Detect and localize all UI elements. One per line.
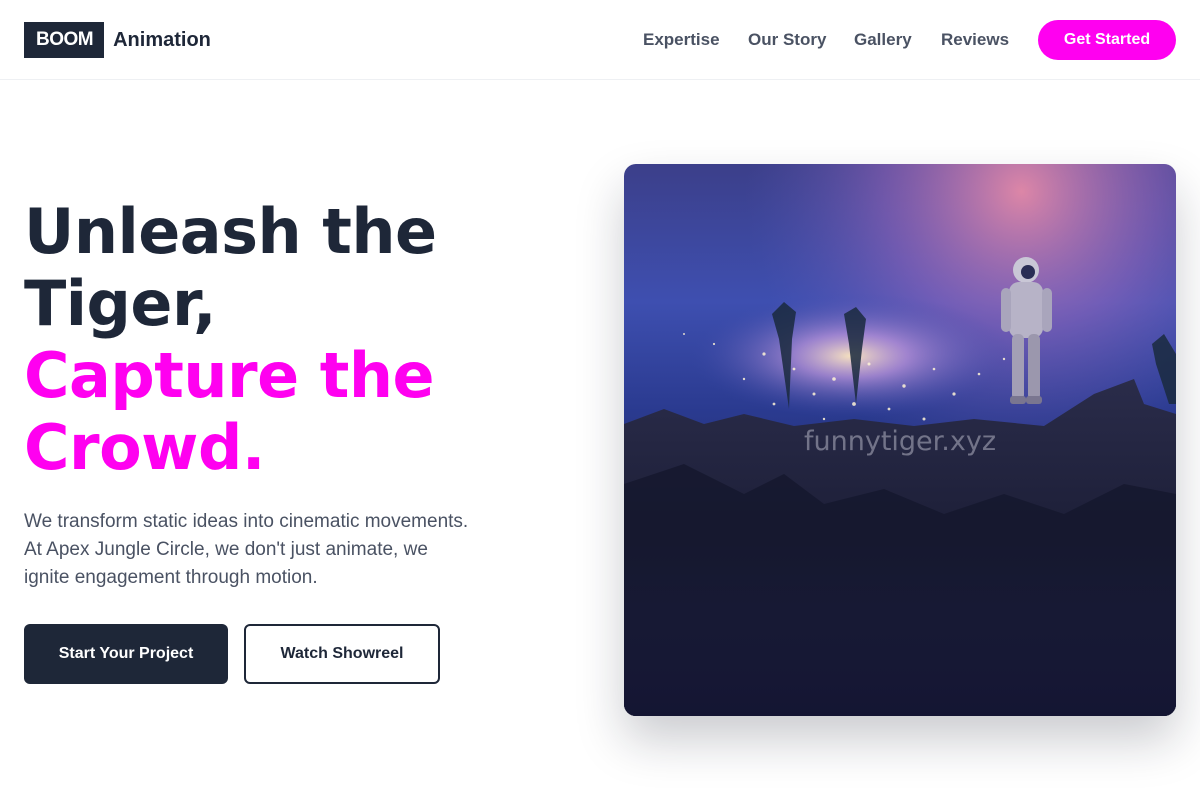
logo[interactable]: BOOM Animation	[24, 22, 211, 58]
watch-showreel-button[interactable]: Watch Showreel	[244, 624, 440, 684]
headline-accent-line-2: Crowd.	[24, 411, 265, 484]
logo-wordmark: Animation	[113, 28, 211, 51]
hero-description: We transform static ideas into cinematic…	[24, 508, 544, 592]
nav-link-reviews[interactable]: Reviews	[941, 30, 1009, 50]
site-header: BOOM Animation Expertise Our Story Galle…	[0, 0, 1200, 80]
nav-link-expertise[interactable]: Expertise	[643, 30, 720, 50]
get-started-button[interactable]: Get Started	[1038, 20, 1176, 60]
headline-line-1: Unleash the	[24, 195, 437, 268]
description-line-2: At Apex Jungle Circle, we don't just ani…	[24, 539, 428, 560]
description-line-1: We transform static ideas into cinematic…	[24, 511, 469, 532]
hero-headline: Unleash the Tiger, Capture the Crowd.	[24, 196, 437, 484]
headline-line-2: Tiger,	[24, 267, 216, 340]
image-watermark: funnytiger.xyz	[804, 426, 996, 457]
hero-image: funnytiger.xyz	[624, 164, 1176, 716]
nav-link-our-story[interactable]: Our Story	[748, 30, 826, 50]
logo-mark: BOOM	[24, 22, 105, 58]
nav-link-gallery[interactable]: Gallery	[854, 30, 912, 50]
description-line-3: ignite engagement through motion.	[24, 567, 318, 588]
headline-accent-line-1: Capture the	[24, 339, 435, 412]
start-project-button[interactable]: Start Your Project	[24, 624, 228, 684]
